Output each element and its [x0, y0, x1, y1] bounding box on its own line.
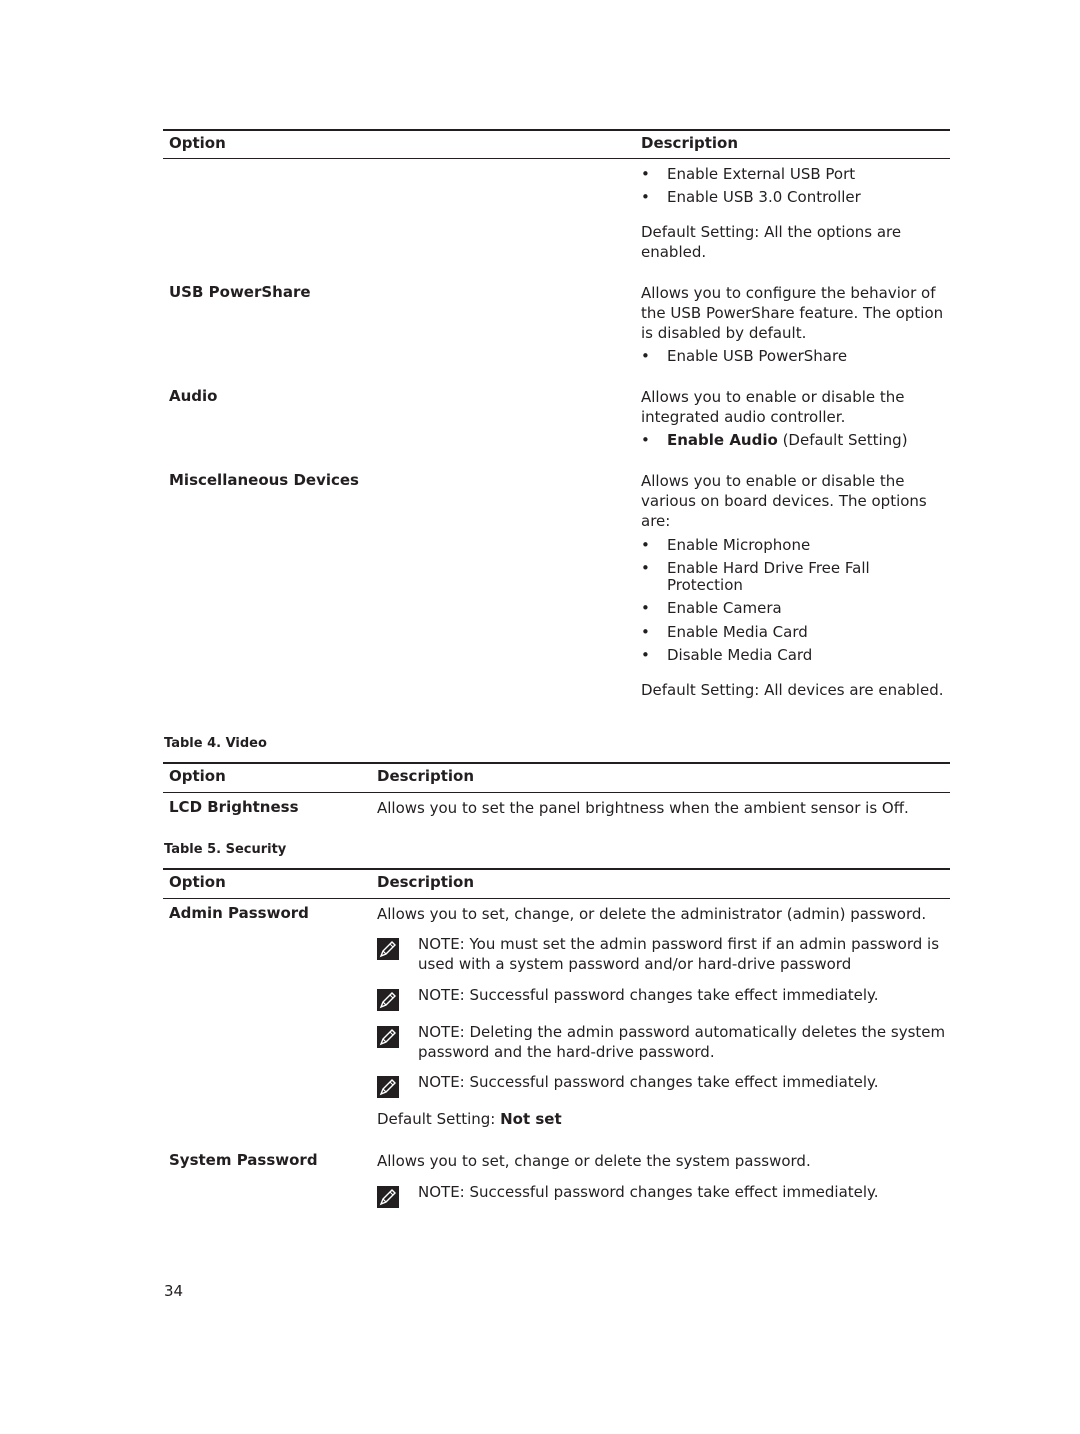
pencil-note-icon: [377, 989, 399, 1011]
default-setting-text: Default Setting: Not set: [377, 1110, 562, 1128]
table4-header-rule: [163, 792, 950, 793]
table4-top-rule: [163, 762, 950, 764]
pencil-note-icon: [377, 938, 399, 960]
table4-header-description: Description: [377, 767, 475, 785]
table5-header-option: Option: [169, 873, 226, 891]
page-number: 34: [164, 1282, 184, 1300]
description-miscellaneous-devices: Allows you to enable or disable the vari…: [641, 472, 927, 530]
table3-top-rule: [163, 129, 950, 131]
table5-header-description: Description: [377, 873, 475, 891]
default-setting-text: Default Setting: All the options are ena…: [641, 223, 902, 261]
table5-caption: Table 5. Security: [164, 842, 287, 857]
description-system-password: Allows you to set, change or delete the …: [377, 1152, 811, 1170]
description-usb-powershare: Allows you to configure the behavior of …: [641, 284, 944, 342]
table3-header-rule: [163, 158, 950, 159]
description-audio: Allows you to enable or disable the inte…: [641, 388, 905, 426]
pencil-note-icon: [377, 1186, 399, 1208]
option-audio: Audio: [169, 387, 218, 405]
table5-top-rule: [163, 868, 950, 870]
option-usb-powershare: USB PowerShare: [169, 283, 311, 301]
table3-header-option: Option: [169, 134, 226, 152]
description-admin-password: Allows you to set, change, or delete the…: [377, 905, 927, 923]
description-lcd-brightness: Allows you to set the panel brightness w…: [377, 799, 909, 817]
option-admin-password: Admin Password: [169, 904, 309, 922]
table4-caption: Table 4. Video: [164, 736, 267, 751]
option-system-password: System Password: [169, 1151, 318, 1169]
table3-header-description: Description: [641, 134, 739, 152]
table5-header-rule: [163, 898, 950, 899]
pencil-note-icon: [377, 1076, 399, 1098]
default-setting-text: Default Setting: All devices are enabled…: [641, 681, 944, 699]
option-lcd-brightness: LCD Brightness: [169, 798, 299, 816]
option-miscellaneous-devices: Miscellaneous Devices: [169, 471, 359, 489]
pencil-note-icon: [377, 1026, 399, 1048]
table4-header-option: Option: [169, 767, 226, 785]
